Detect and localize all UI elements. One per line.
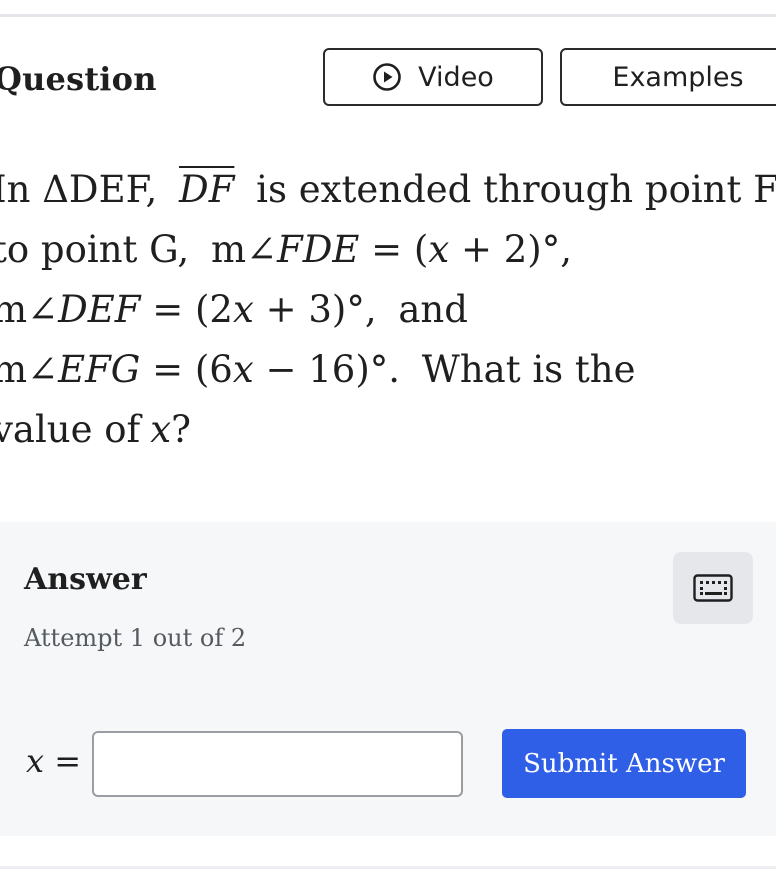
- problem-line-2: to point G, m∠FDE = (x + 2)°,: [0, 228, 572, 271]
- bottom-divider: [0, 866, 776, 869]
- keyboard-toggle-button[interactable]: [673, 552, 753, 624]
- examples-button[interactable]: Examples: [560, 48, 776, 106]
- video-button-label: Video: [418, 61, 494, 93]
- submit-answer-button[interactable]: Submit Answer: [502, 729, 746, 798]
- answer-variable-label: x =: [26, 742, 82, 780]
- problem-line-4: m∠EFG = (6x − 16)°. What is the: [0, 348, 636, 391]
- answer-input[interactable]: [92, 731, 463, 797]
- segment-df: DF: [179, 168, 235, 211]
- top-divider: [0, 14, 776, 17]
- problem-line-1: In ΔDEF, DF is extended through point F: [0, 168, 776, 211]
- play-circle-icon: [373, 63, 401, 91]
- answer-heading: Answer: [24, 562, 147, 597]
- keyboard-icon: [693, 574, 733, 602]
- problem-line-3: m∠DEF = (2x + 3)°, and: [0, 288, 468, 331]
- problem-line-5: value of x?: [0, 408, 191, 451]
- question-heading: Question: [0, 60, 157, 98]
- video-button[interactable]: Video: [323, 48, 543, 106]
- problem-statement: In ΔDEF, DF is extended through point F …: [0, 160, 776, 460]
- examples-button-label: Examples: [612, 61, 744, 93]
- attempt-counter: Attempt 1 out of 2: [24, 624, 247, 652]
